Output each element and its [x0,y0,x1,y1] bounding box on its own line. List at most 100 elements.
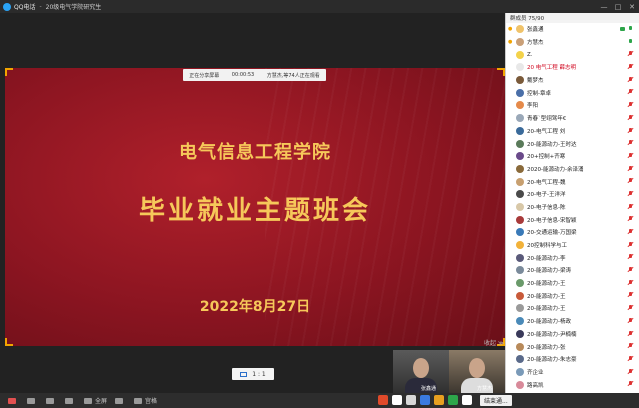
member-count-header: 群成员 75/90 [506,13,639,23]
collapse-button[interactable]: 收起 ≫ [484,338,504,347]
avatar [516,355,524,364]
person-face [469,358,485,378]
member-row[interactable]: 20 电气工程 薛志明 [506,61,639,74]
mic-muted-icon [8,397,16,404]
app-icon[interactable] [462,395,472,405]
member-name: 20-能源动力-张 [527,344,566,351]
member-row[interactable]: 电子信息-葛世举 [506,391,639,393]
app-icon[interactable] [448,395,458,405]
layout-button[interactable] [115,397,126,404]
mic-muted-icon [628,305,633,311]
member-row[interactable]: 20-能源动力-王时达 [506,137,639,150]
share-status-bar[interactable]: 正在分享屏幕 00:00:53 方慧杰,等74人正在观看 [183,69,326,81]
mic-muted-icon [628,381,633,387]
member-row[interactable]: 20+控制+齐寒 [506,150,639,163]
app-title: QQ电话 [14,4,36,11]
camera-feed[interactable]: 方慧杰 [449,350,505,394]
member-row[interactable]: 20-能源动力-杨政 [506,315,639,328]
ratio-control[interactable]: 1 : 1 [232,368,274,380]
corner-decoration [5,338,13,346]
avatar [516,329,524,338]
member-row[interactable]: 20-能源动力-王 [506,277,639,290]
avatar [516,317,524,326]
member-row[interactable]: 20-电气工程-魏 [506,175,639,188]
member-name: 20-能源动力-王 [527,281,566,288]
member-row[interactable]: 20-交通运输-万国梁 [506,226,639,239]
member-name: 方慧杰 [527,40,544,47]
camera-panel: 张鑫通 方慧杰 [393,350,505,394]
bottom-toolbar: 全屏 宫格 结束通... [0,393,639,408]
avatar [516,241,524,250]
member-name: 20-交通运输-万国梁 [527,230,577,237]
app-icon[interactable] [406,395,416,405]
member-row[interactable]: 20-能源动力-王 [506,289,639,302]
member-row[interactable]: 20-能源动力-梁涛 [506,264,639,277]
avatar [516,164,524,173]
member-row[interactable]: 戴梦杰 [506,74,639,87]
screen-share-icon [65,397,73,404]
camera-button[interactable] [46,397,57,404]
member-row[interactable]: ● 方慧杰 [506,36,639,49]
mic-button[interactable] [8,397,19,404]
member-row[interactable]: 控制-章卓 [506,86,639,99]
member-row[interactable]: 20-能源动力-李 [506,251,639,264]
avatar [516,88,524,97]
mic-muted-icon [628,216,633,222]
member-row[interactable]: 20-能源动力-王 [506,302,639,315]
person-face [413,358,429,378]
camera-feed[interactable]: 张鑫通 [393,350,449,394]
mic-muted-icon [628,267,633,273]
member-row[interactable]: 20-能源动力-朱志豪 [506,353,639,366]
member-row[interactable]: 齐企业 [506,366,639,379]
member-row[interactable]: 20-能源动力-张 [506,340,639,353]
member-row[interactable]: 路高凯 [506,378,639,391]
corner-decoration [5,68,13,76]
member-row[interactable]: ● 张鑫通 [506,23,639,36]
slide-main-title: 毕业就业主题班会 [138,196,371,226]
grid-button[interactable]: 宫格 [134,396,157,405]
avatar [516,291,524,300]
group-name: 20级电气学院研究生 [45,4,102,11]
title-bar: QQ电话 - 20级电气学院研究生 — □ ✕ [0,0,639,13]
member-name: Z. [527,51,533,58]
member-row[interactable]: 20控制科学与工 [506,239,639,252]
fullscreen-button[interactable]: 全屏 [84,396,107,405]
speaker-indicator-icon: ● [508,26,513,32]
member-row[interactable]: 20-电子信息-宋智颖 [506,213,639,226]
member-row[interactable]: 李阳 [506,99,639,112]
mic-icon[interactable] [420,395,430,405]
mic-muted-icon [628,152,633,159]
member-name: 20-能源动力-朱志豪 [527,357,577,364]
app-icon[interactable] [434,395,444,405]
member-row[interactable]: 20-能源动力-尹楠楠 [506,328,639,341]
avatar [516,190,524,199]
member-row[interactable]: 20-电子-王洋洋 [506,188,639,201]
member-row[interactable]: 20-电气工程 刘 [506,125,639,138]
mic-muted-icon [628,343,633,349]
avatar [516,177,524,186]
avatar [516,215,524,224]
member-row[interactable]: Z. [506,48,639,61]
mic-muted-icon [628,190,633,197]
minimize-button[interactable]: — [597,0,611,13]
screen-share-button[interactable] [65,397,76,404]
avatar [516,152,524,161]
share-viewers: 方慧杰,等74人正在观看 [266,72,320,79]
app-icon[interactable] [378,395,388,405]
avatar [516,380,524,389]
mic-on-icon [628,38,633,45]
member-row[interactable]: 青春`型翊驾年€ [506,112,639,125]
corner-decoration [497,68,505,76]
video-camera-icon [46,397,54,404]
maximize-button[interactable]: □ [611,0,625,13]
layout-icon [115,397,124,404]
app-icon[interactable] [392,395,402,405]
member-name: 20-能源动力-王时达 [527,141,577,148]
close-button[interactable]: ✕ [625,0,639,13]
speaker-button[interactable] [27,397,38,404]
mic-on-icon [628,26,633,32]
member-row[interactable]: 2020-能源动力-余泽涌 [506,163,639,176]
end-call-button[interactable]: 结束通... [480,395,512,406]
member-row[interactable]: 20-电子信息-陈 [506,201,639,214]
avatar [516,114,524,123]
